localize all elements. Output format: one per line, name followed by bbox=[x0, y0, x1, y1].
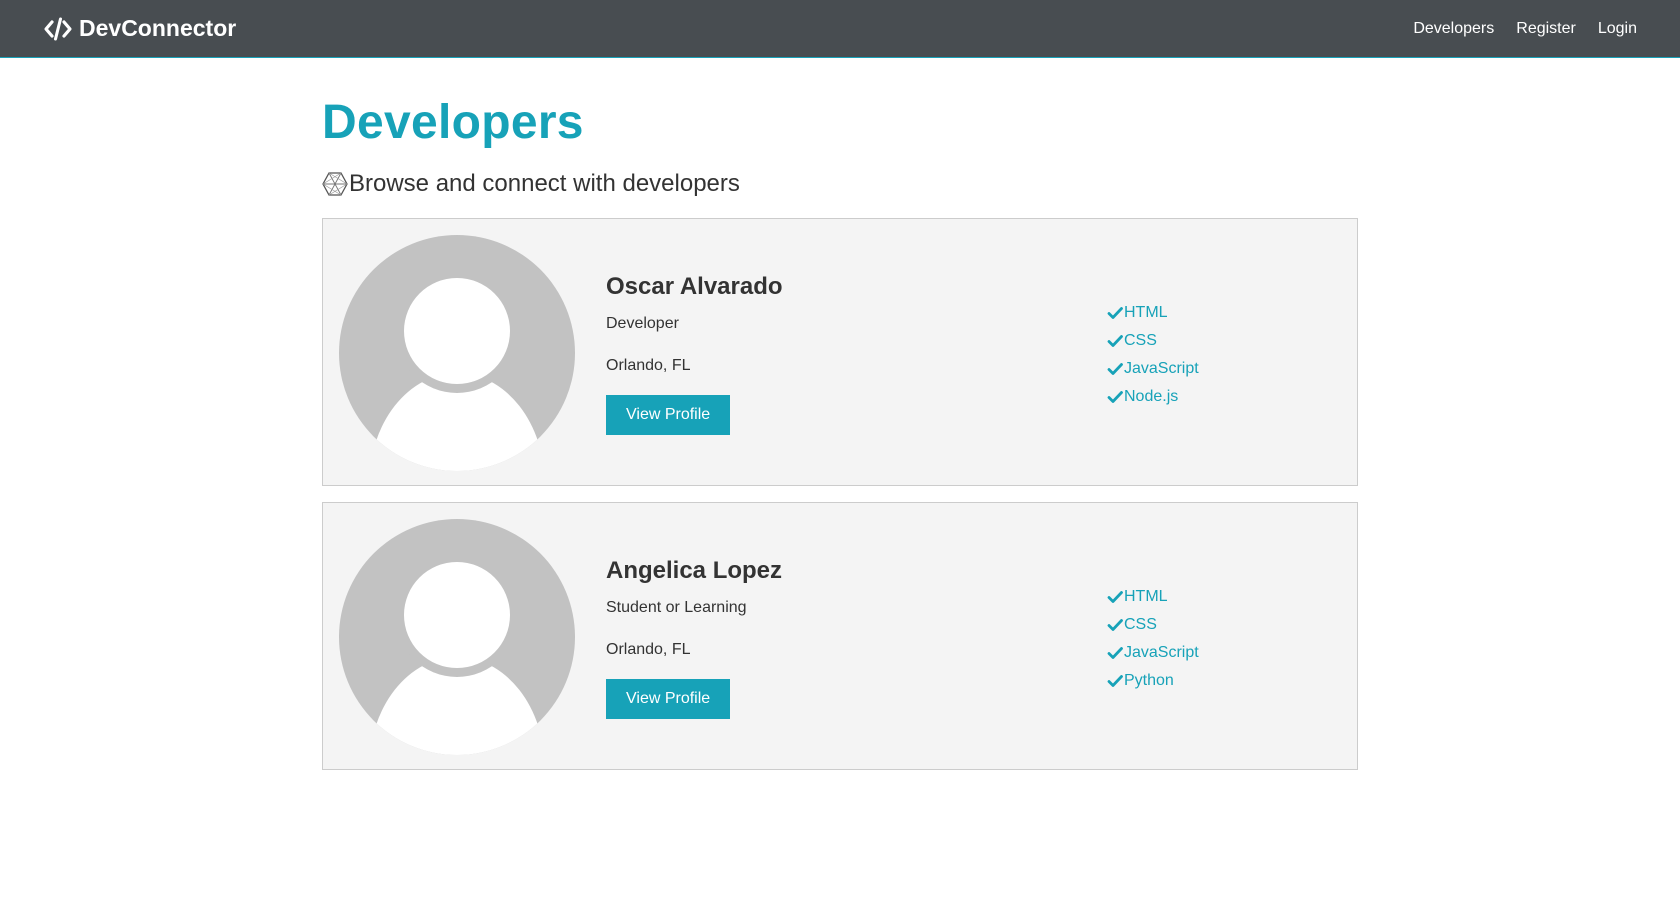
profile-card: Oscar Alvarado Developer Orlando, FL Vie… bbox=[322, 217, 1358, 486]
nav-link-register[interactable]: Register bbox=[1516, 20, 1576, 38]
profile-info: Oscar Alvarado Developer Orlando, FL Vie… bbox=[606, 273, 783, 435]
avatar bbox=[339, 234, 575, 471]
lead-text: Browse and connect with developers bbox=[349, 169, 740, 197]
check-icon bbox=[1107, 646, 1123, 659]
check-icon bbox=[1107, 362, 1123, 375]
skills-list: HTML CSS JavaScript Python bbox=[1107, 583, 1199, 695]
brand-link[interactable]: DevConnector bbox=[43, 15, 236, 42]
check-icon bbox=[1107, 674, 1123, 687]
check-icon bbox=[1107, 334, 1123, 347]
check-icon bbox=[1107, 590, 1123, 603]
skill-item: CSS bbox=[1107, 611, 1199, 639]
view-profile-button[interactable]: View Profile bbox=[606, 394, 731, 435]
skill-item: JavaScript bbox=[1107, 355, 1199, 383]
profile-name: Oscar Alvarado bbox=[606, 272, 783, 300]
profile-location: Orlando, FL bbox=[606, 356, 691, 374]
skill-label: HTML bbox=[1124, 587, 1168, 605]
skill-label: Python bbox=[1124, 671, 1174, 689]
skill-item: Node.js bbox=[1107, 383, 1199, 411]
profile-info: Angelica Lopez Student or Learning Orlan… bbox=[606, 557, 782, 719]
skill-item: HTML bbox=[1107, 583, 1199, 611]
page-title: Developers bbox=[322, 96, 584, 149]
brand-name: DevConnector bbox=[79, 15, 237, 41]
skill-label: JavaScript bbox=[1124, 643, 1199, 661]
skills-list: HTML CSS JavaScript Node.js bbox=[1107, 299, 1199, 411]
nav-links: Developers Register Login bbox=[1391, 20, 1637, 38]
check-icon bbox=[1107, 390, 1123, 403]
skill-item: CSS bbox=[1107, 327, 1199, 355]
profile-location: Orlando, FL bbox=[606, 640, 691, 658]
skill-label: CSS bbox=[1124, 331, 1157, 349]
skill-label: JavaScript bbox=[1124, 359, 1199, 377]
check-icon bbox=[1107, 618, 1123, 631]
page-lead: Browse and connect with developers bbox=[322, 170, 1358, 198]
skill-item: Python bbox=[1107, 667, 1199, 695]
skill-item: HTML bbox=[1107, 299, 1199, 327]
avatar bbox=[339, 518, 575, 755]
profiles-list: Oscar Alvarado Developer Orlando, FL Vie… bbox=[322, 217, 1358, 770]
skill-label: Node.js bbox=[1124, 387, 1179, 405]
skill-label: HTML bbox=[1124, 303, 1168, 321]
skill-label: CSS bbox=[1124, 615, 1157, 633]
profile-status: Developer bbox=[606, 314, 679, 332]
connectdevelop-icon bbox=[322, 171, 348, 196]
navbar: DevConnector Developers Register Login bbox=[0, 0, 1680, 58]
code-icon bbox=[44, 17, 72, 40]
view-profile-button[interactable]: View Profile bbox=[606, 678, 731, 719]
profile-name: Angelica Lopez bbox=[606, 556, 783, 584]
check-icon bbox=[1107, 306, 1123, 319]
profile-status: Student or Learning bbox=[606, 598, 747, 616]
nav-link-developers[interactable]: Developers bbox=[1413, 20, 1494, 38]
main-content: Developers Browse and connect with devel… bbox=[322, 58, 1358, 786]
skill-item: JavaScript bbox=[1107, 639, 1199, 667]
profile-card: Angelica Lopez Student or Learning Orlan… bbox=[322, 501, 1358, 770]
nav-link-login[interactable]: Login bbox=[1598, 20, 1637, 38]
